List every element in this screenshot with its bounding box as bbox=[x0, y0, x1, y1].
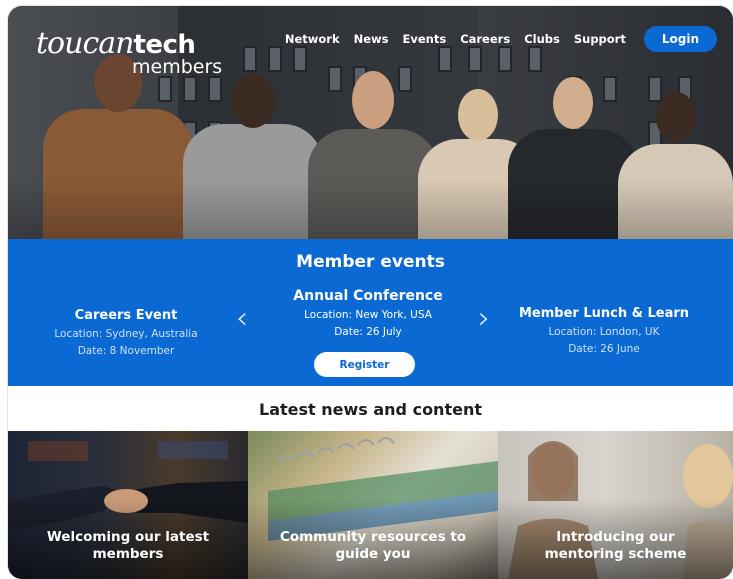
news-card-resources[interactable]: Community resources to guide you bbox=[248, 431, 498, 579]
news-cards: Welcoming our latest members Community r… bbox=[8, 431, 733, 579]
hero-shadow bbox=[8, 179, 733, 239]
register-button[interactable]: Register bbox=[314, 352, 415, 377]
event-location: Location: Sydney, Australia bbox=[54, 328, 198, 340]
nav-clubs[interactable]: Clubs bbox=[524, 32, 560, 46]
event-name: Annual Conference bbox=[293, 288, 443, 304]
event-date: Date: 26 June bbox=[568, 343, 640, 355]
event-card-careers[interactable]: Careers Event Location: Sydney, Australi… bbox=[46, 308, 206, 362]
nav-careers[interactable]: Careers bbox=[460, 32, 510, 46]
event-card-annual-conference[interactable]: Annual Conference Location: New York, US… bbox=[263, 288, 473, 343]
member-events-section: Member events Careers Event Location: Sy… bbox=[8, 239, 733, 386]
event-location: Location: New York, USA bbox=[304, 309, 432, 321]
next-arrow-icon[interactable]: › bbox=[478, 301, 490, 336]
page-frame: toucantech members Network News Events C… bbox=[8, 6, 733, 579]
hero-banner: toucantech members Network News Events C… bbox=[8, 6, 733, 239]
nav-events[interactable]: Events bbox=[403, 32, 447, 46]
event-date: Date: 8 November bbox=[77, 345, 175, 357]
news-card-mentoring[interactable]: Introducing our mentoring scheme bbox=[498, 431, 733, 579]
news-card-label: Community resources to guide you bbox=[279, 529, 467, 562]
event-date: Date: 26 July bbox=[334, 326, 402, 338]
event-name: Careers Event bbox=[74, 308, 178, 323]
brand-logo[interactable]: toucantech members bbox=[36, 26, 222, 78]
nav-network[interactable]: Network bbox=[285, 32, 340, 46]
events-title: Member events bbox=[296, 252, 445, 272]
news-card-label: Introducing our mentoring scheme bbox=[544, 529, 687, 562]
event-location: Location: London, UK bbox=[548, 326, 660, 338]
event-name: Member Lunch & Learn bbox=[518, 306, 690, 321]
main-nav: Network News Events Careers Clubs Suppor… bbox=[285, 26, 717, 52]
nav-news[interactable]: News bbox=[354, 32, 389, 46]
news-section-title: Latest news and content bbox=[259, 400, 482, 419]
nav-support[interactable]: Support bbox=[574, 32, 626, 46]
news-card-welcoming[interactable]: Welcoming our latest members bbox=[8, 431, 248, 579]
event-card-lunch-learn[interactable]: Member Lunch & Learn Location: London, U… bbox=[514, 306, 694, 360]
login-button[interactable]: Login bbox=[643, 26, 717, 52]
logo-subtitle: members bbox=[132, 56, 223, 78]
prev-arrow-icon[interactable]: ‹ bbox=[236, 301, 248, 336]
logo-script: toucan bbox=[36, 26, 134, 61]
news-card-label: Welcoming our latest members bbox=[46, 529, 210, 562]
